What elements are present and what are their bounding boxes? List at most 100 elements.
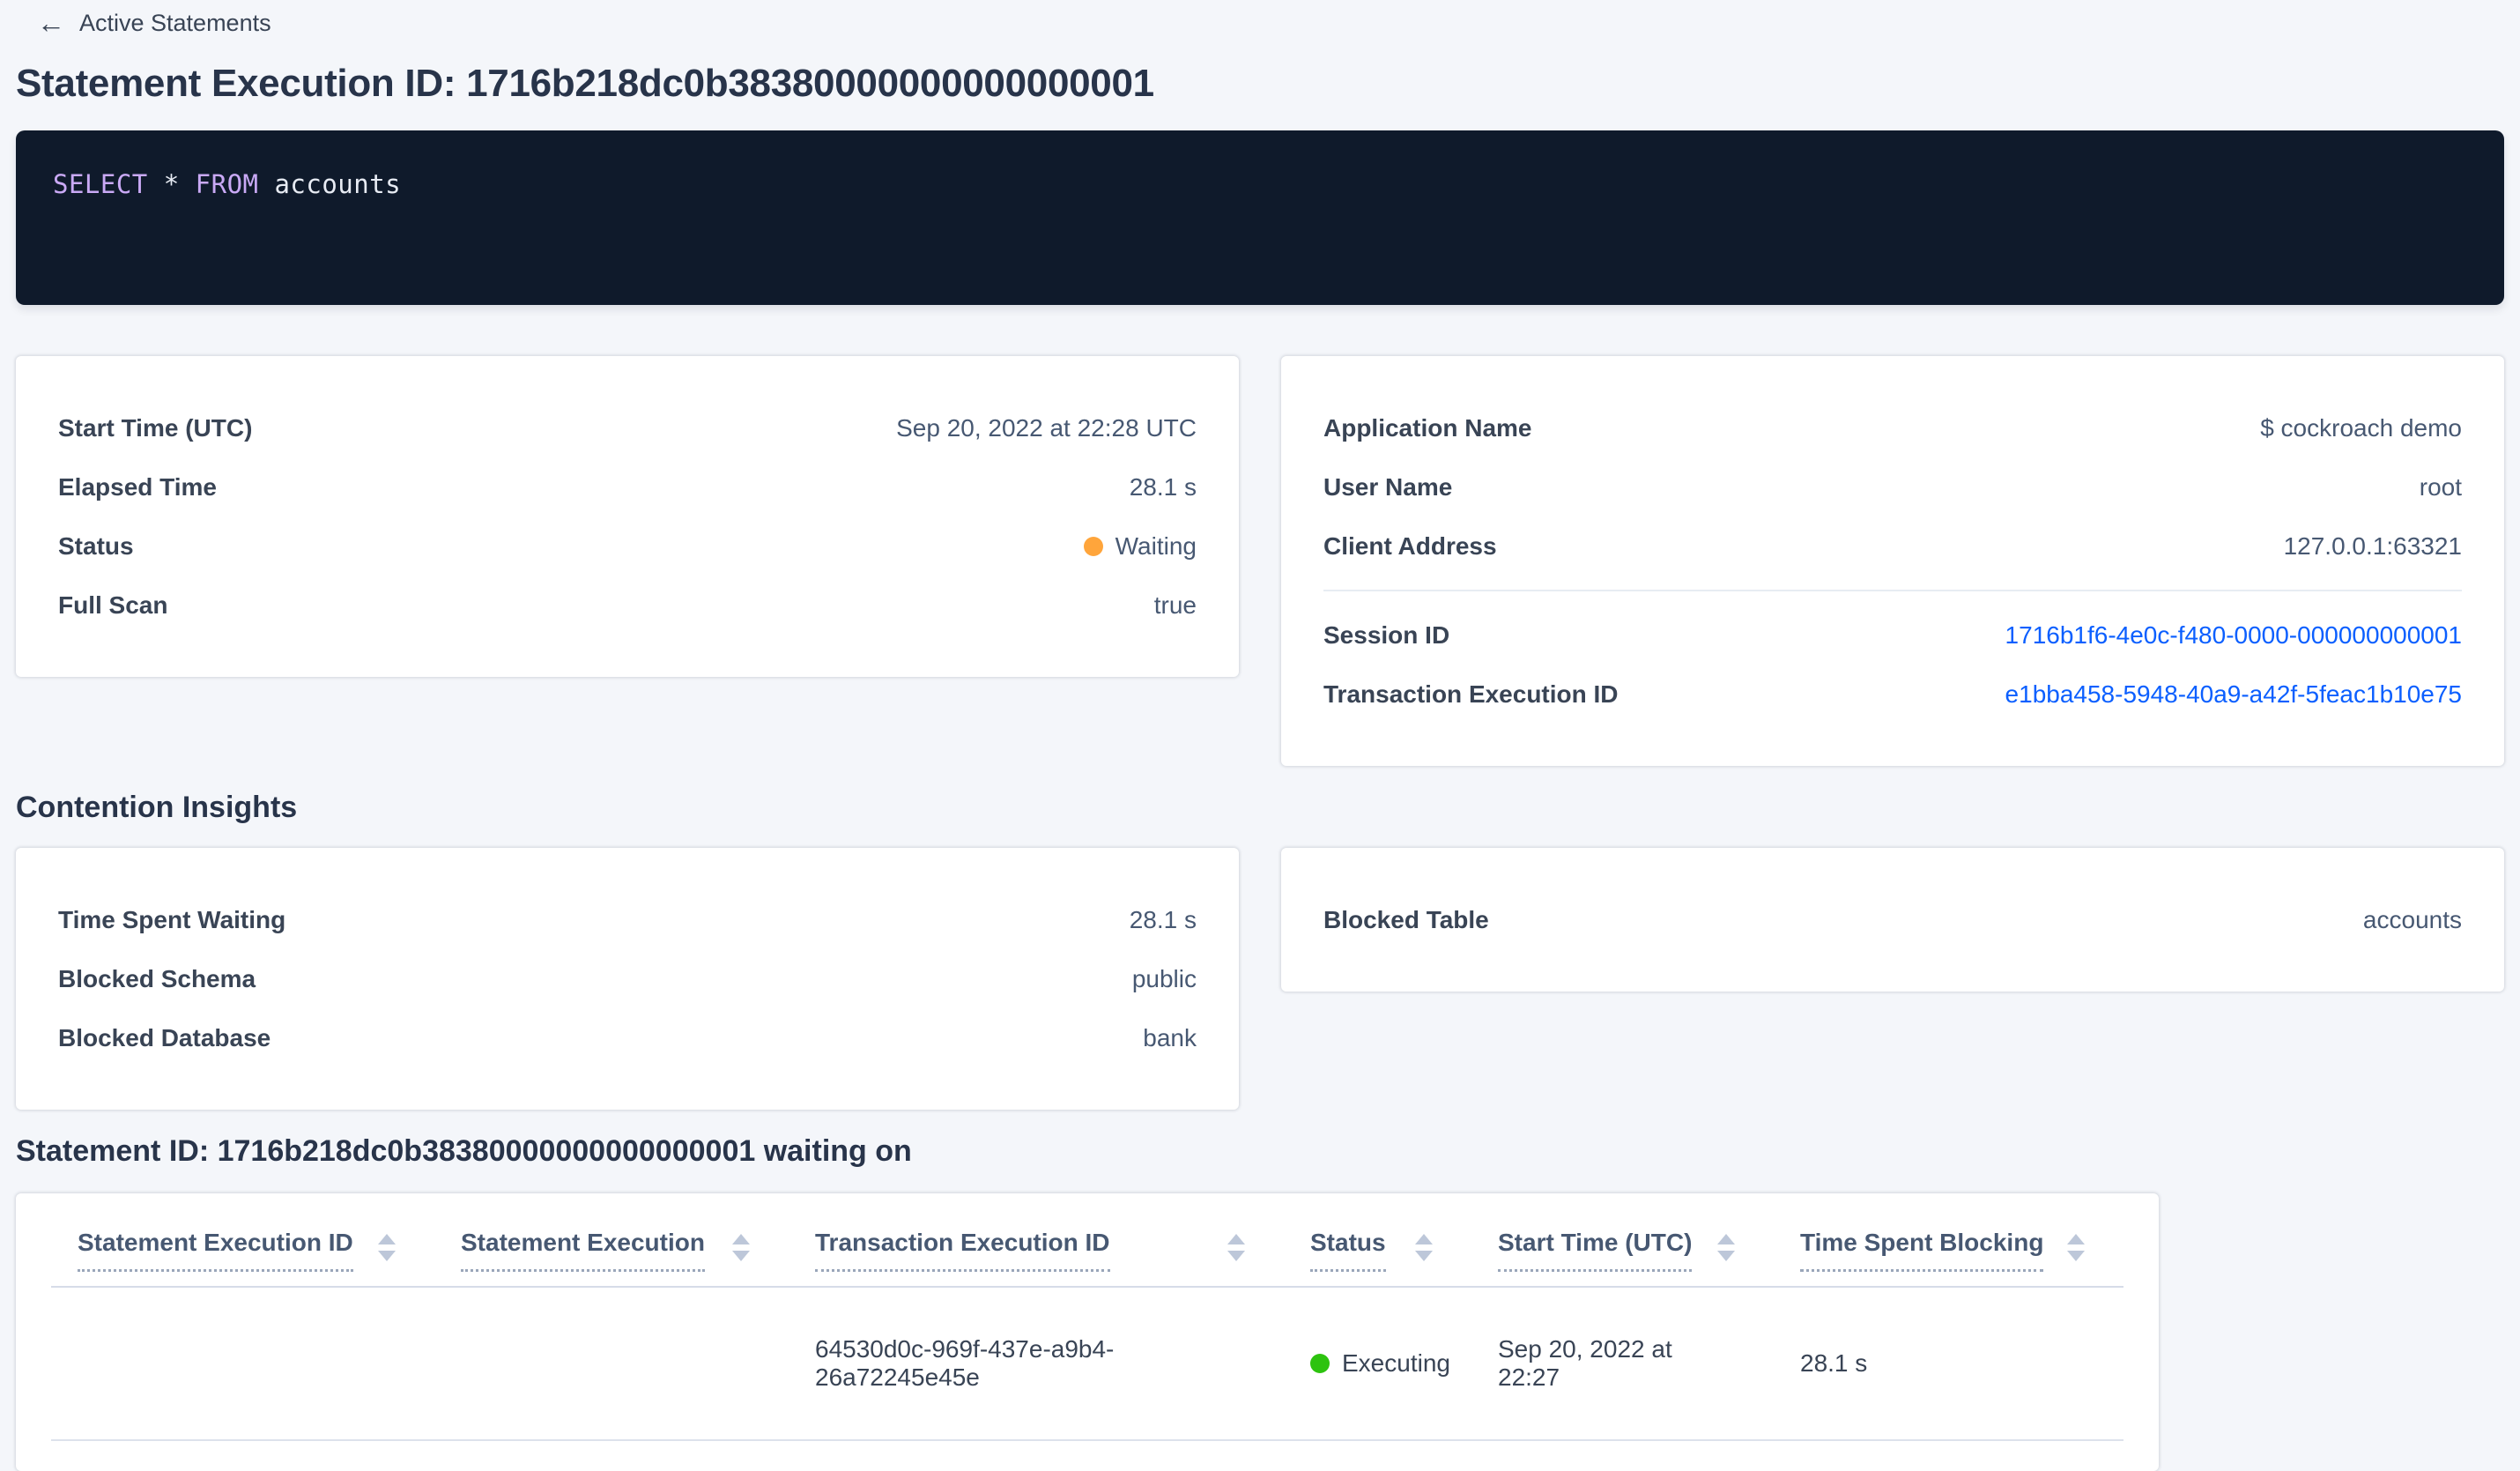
waiting-on-heading: Statement ID: 1716b218dc0b38380000000000… — [16, 1134, 912, 1168]
column-header-statement-execution: Statement Execution — [434, 1223, 789, 1286]
sort-icon[interactable] — [1415, 1234, 1433, 1261]
status-label: Status — [58, 531, 134, 560]
column-header-statement-execution-label[interactable]: Statement Execution — [461, 1229, 705, 1272]
application-name-value: $ cockroach demo — [2260, 413, 2462, 442]
session-id-row: Session ID 1716b1f6-4e0c-f480-0000-00000… — [1323, 605, 2462, 665]
sort-up-icon — [732, 1234, 750, 1244]
statement-execution-details-page: ← Active Statements Statement Execution … — [0, 0, 2520, 1471]
column-header-time-spent-blocking-label[interactable]: Time Spent Blocking — [1800, 1229, 2044, 1272]
blocked-table-value: accounts — [2362, 905, 2462, 933]
back-link[interactable]: ← Active Statements — [16, 0, 271, 37]
details-cards-row: Start Time (UTC) Sep 20, 2022 at 22:28 U… — [16, 356, 2504, 766]
sort-down-icon — [1415, 1251, 1433, 1261]
sort-down-icon — [1717, 1251, 1735, 1261]
user-name-value: root — [2419, 472, 2462, 501]
sort-icon[interactable] — [2067, 1234, 2085, 1261]
blocked-database-row: Blocked Database bank — [58, 1008, 1197, 1067]
sort-up-icon — [2067, 1234, 2085, 1244]
status-waiting-dot-icon — [1083, 536, 1103, 556]
contention-cards-row: Time Spent Waiting 28.1 s Blocked Schema… — [16, 848, 2504, 1110]
blocked-database-label: Blocked Database — [58, 1023, 271, 1051]
user-name-label: User Name — [1323, 472, 1453, 501]
sort-up-icon — [1227, 1234, 1245, 1244]
sql-statement-box: SELECT * FROM accounts — [16, 130, 2504, 305]
sort-up-icon — [378, 1234, 396, 1244]
sort-down-icon — [2067, 1251, 2085, 1261]
full-scan-value: true — [1153, 591, 1197, 619]
column-header-transaction-execution-id: Transaction Execution ID — [789, 1223, 1284, 1286]
sort-down-icon — [1227, 1251, 1245, 1261]
waiting-on-table-card: Statement Execution ID Statement Executi… — [16, 1193, 2159, 1471]
sort-up-icon — [1415, 1234, 1433, 1244]
column-header-transaction-execution-id-label[interactable]: Transaction Execution ID — [815, 1229, 1110, 1272]
column-header-statement-execution-id: Statement Execution ID — [51, 1223, 434, 1286]
status-executing-dot-icon — [1310, 1354, 1330, 1373]
start-time-row: Start Time (UTC) Sep 20, 2022 at 22:28 U… — [58, 398, 1197, 457]
cell-start-time: Sep 20, 2022 at 22:27 — [1498, 1335, 1672, 1391]
blocked-schema-row: Blocked Schema public — [58, 949, 1197, 1008]
transaction-execution-id-label: Transaction Execution ID — [1323, 680, 1619, 708]
sort-icon[interactable] — [1227, 1234, 1245, 1261]
column-header-start-time-label[interactable]: Start Time (UTC) — [1498, 1229, 1693, 1272]
column-header-status-label[interactable]: Status — [1310, 1229, 1386, 1272]
sort-up-icon — [1717, 1234, 1735, 1244]
contention-insights-heading: Contention Insights — [16, 791, 298, 824]
start-time-label: Start Time (UTC) — [58, 413, 253, 442]
sql-table-name: accounts — [258, 169, 402, 199]
column-header-status: Status — [1284, 1223, 1471, 1286]
client-address-label: Client Address — [1323, 531, 1497, 560]
application-name-row: Application Name $ cockroach demo — [1323, 398, 2462, 457]
full-scan-row: Full Scan true — [58, 576, 1197, 635]
cell-statement-execution-id — [51, 1288, 434, 1439]
time-spent-waiting-label: Time Spent Waiting — [58, 905, 286, 933]
sql-keyword-select: SELECT — [53, 169, 148, 199]
sort-down-icon — [732, 1251, 750, 1261]
column-header-time-spent-blocking: Time Spent Blocking — [1774, 1223, 2123, 1286]
sort-icon[interactable] — [1717, 1234, 1735, 1261]
user-name-row: User Name root — [1323, 457, 2462, 516]
full-scan-label: Full Scan — [58, 591, 168, 619]
client-address-row: Client Address 127.0.0.1:63321 — [1323, 516, 2462, 576]
client-address-value: 127.0.0.1:63321 — [2283, 531, 2462, 560]
sql-keyword-from: FROM — [195, 169, 259, 199]
start-time-value: Sep 20, 2022 at 22:28 UTC — [896, 413, 1197, 442]
status-executing-text: Executing — [1342, 1349, 1450, 1377]
blocked-schema-label: Blocked Schema — [58, 964, 256, 992]
session-card-divider — [1323, 590, 2462, 591]
sql-statement-text: SELECT * FROM accounts — [53, 169, 401, 199]
blocked-database-value: bank — [1143, 1023, 1197, 1051]
status-value: Waiting — [1083, 531, 1197, 561]
status-waiting-text: Waiting — [1115, 531, 1197, 560]
sql-star: * — [147, 169, 196, 199]
session-details-card: Application Name $ cockroach demo User N… — [1281, 356, 2504, 766]
status-row: Status Waiting — [58, 516, 1197, 576]
application-name-label: Application Name — [1323, 413, 1532, 442]
back-arrow-icon: ← — [37, 7, 65, 39]
elapsed-time-value: 28.1 s — [1129, 472, 1197, 501]
sort-icon[interactable] — [378, 1234, 396, 1261]
waiting-on-table-header: Statement Execution ID Statement Executi… — [51, 1193, 2123, 1288]
blocked-table-label: Blocked Table — [1323, 905, 1489, 933]
elapsed-time-label: Elapsed Time — [58, 472, 218, 501]
execution-details-card: Start Time (UTC) Sep 20, 2022 at 22:28 U… — [16, 356, 1239, 677]
page-title: Statement Execution ID: 1716b218dc0b3838… — [16, 62, 1154, 105]
session-id-label: Session ID — [1323, 620, 1450, 649]
back-link-label: Active Statements — [79, 9, 271, 36]
cell-time-spent-blocking: 28.1 s — [1800, 1349, 1868, 1377]
blocked-table-row: Blocked Table accounts — [1323, 890, 2462, 949]
table-row: 64530d0c-969f-437e-a9b4-26a72245e45e Exe… — [51, 1288, 2123, 1441]
time-spent-waiting-value: 28.1 s — [1129, 905, 1197, 933]
sort-icon[interactable] — [732, 1234, 750, 1261]
blocked-table-card: Blocked Table accounts — [1281, 848, 2504, 992]
time-spent-waiting-row: Time Spent Waiting 28.1 s — [58, 890, 1197, 949]
column-header-statement-execution-id-label[interactable]: Statement Execution ID — [78, 1229, 353, 1272]
session-id-link[interactable]: 1716b1f6-4e0c-f480-0000-000000000001 — [2005, 621, 2462, 650]
transaction-execution-id-link[interactable]: e1bba458-5948-40a9-a42f-5feac1b10e75 — [2005, 680, 2462, 709]
cell-statement-execution — [434, 1288, 789, 1439]
sort-down-icon — [378, 1251, 396, 1261]
cell-status: Executing — [1284, 1288, 1471, 1439]
transaction-execution-id-row: Transaction Execution ID e1bba458-5948-4… — [1323, 665, 2462, 724]
contention-waiting-card: Time Spent Waiting 28.1 s Blocked Schema… — [16, 848, 1239, 1110]
blocked-schema-value: public — [1131, 964, 1197, 992]
cell-transaction-execution-id: 64530d0c-969f-437e-a9b4-26a72245e45e — [815, 1335, 1115, 1391]
